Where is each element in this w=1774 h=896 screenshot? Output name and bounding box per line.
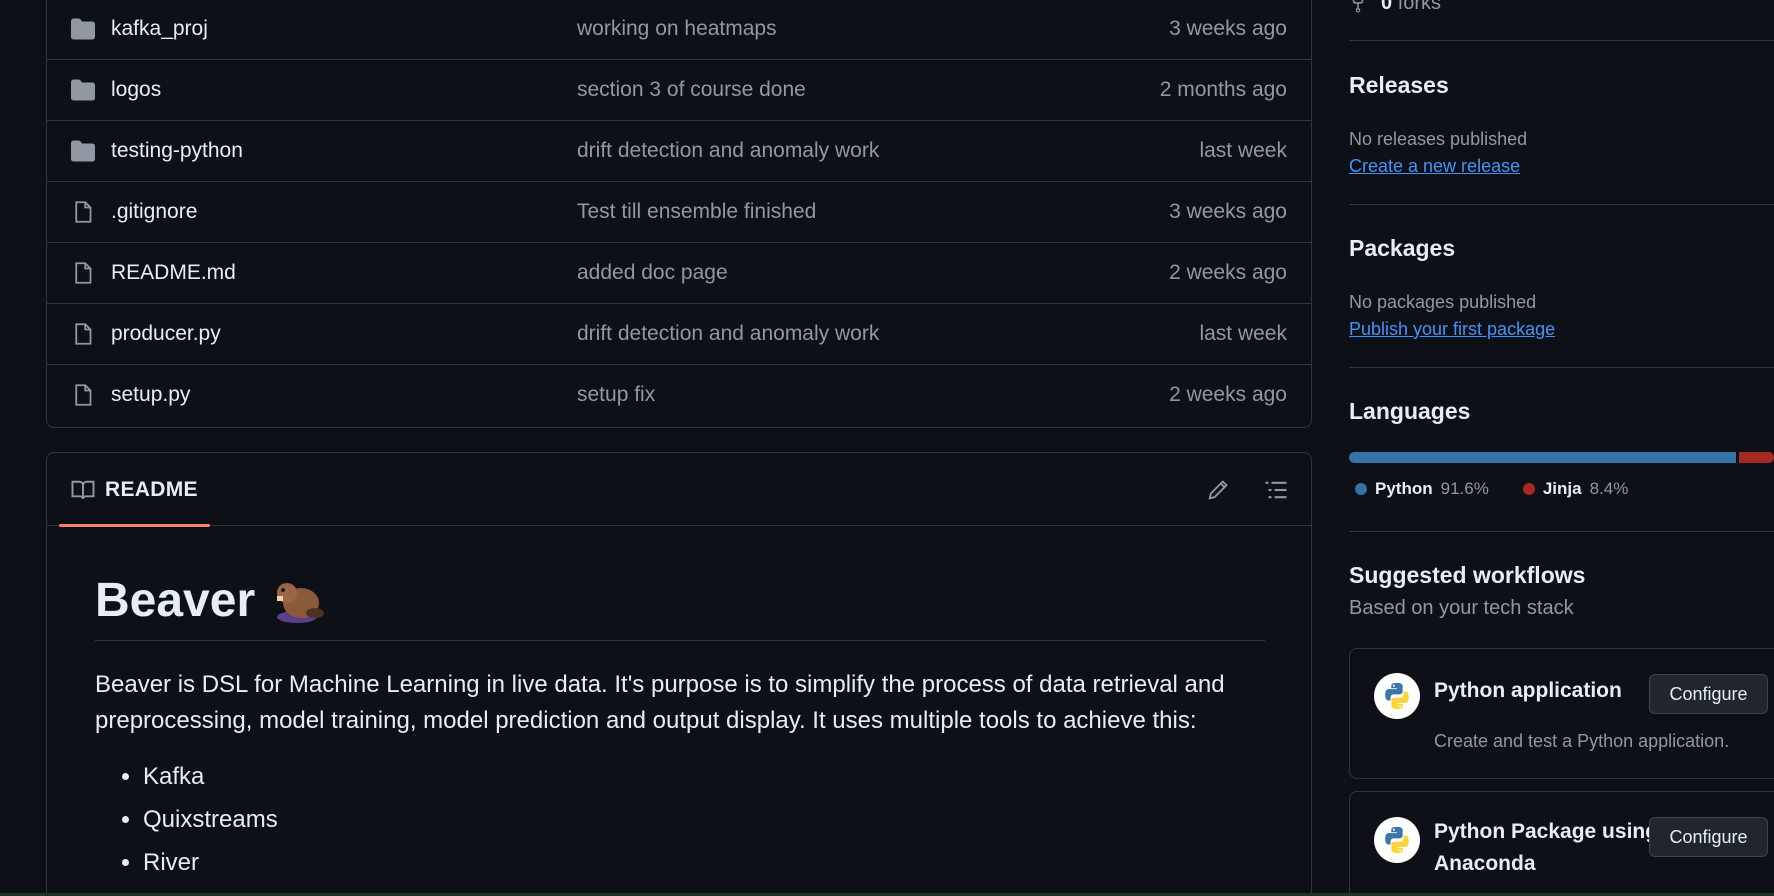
tab-readme[interactable]: README xyxy=(59,453,210,527)
workflow-description: Create and test a Python application. xyxy=(1434,731,1730,751)
workflows-subheading: Based on your tech stack xyxy=(1349,597,1574,619)
workflow-title: Python application xyxy=(1434,679,1622,702)
folder-icon xyxy=(71,18,95,40)
commit-message[interactable]: drift detection and anomaly work xyxy=(577,322,879,346)
file-row[interactable]: README.md added doc page 2 weeks ago xyxy=(47,242,1311,303)
readme-content: Beaver Beaver is DSL for Machine Learnin… xyxy=(95,573,1265,884)
releases-empty-text: No releases published xyxy=(1349,129,1528,149)
workflows-heading: Suggested workflows xyxy=(1349,562,1586,588)
configure-button[interactable]: Configure xyxy=(1649,674,1768,714)
commit-time: 2 months ago xyxy=(1159,78,1287,101)
commit-time: 2 weeks ago xyxy=(1169,383,1287,406)
file-icon xyxy=(75,384,92,406)
readme-heading: Beaver xyxy=(95,573,1265,641)
python-logo-icon xyxy=(1374,673,1420,719)
language-name: Jinja xyxy=(1542,479,1582,498)
folder-icon xyxy=(71,140,95,162)
file-name[interactable]: .gitignore xyxy=(111,200,197,224)
workflow-title: Python Package using Anaconda xyxy=(1434,816,1658,880)
forks-link[interactable]: 0 forks xyxy=(1349,0,1441,15)
language-name: Python xyxy=(1375,479,1433,498)
divider xyxy=(1349,367,1774,368)
beaver-icon xyxy=(277,582,325,623)
language-percent: 91.6% xyxy=(1440,479,1489,498)
language-bar-jinja xyxy=(1738,452,1774,463)
forks-count: 0 xyxy=(1381,0,1393,14)
language-bar-python xyxy=(1349,452,1736,463)
commit-time: 2 weeks ago xyxy=(1169,261,1287,284)
commit-message[interactable]: drift detection and anomaly work xyxy=(577,139,879,163)
file-icon xyxy=(75,201,92,223)
file-row[interactable]: setup.py setup fix 2 weeks ago xyxy=(47,364,1311,425)
commit-time: 3 weeks ago xyxy=(1169,17,1287,40)
commit-message[interactable]: setup fix xyxy=(577,383,655,407)
readme-panel: README Beaver Beaver is DSL for Machine … xyxy=(46,452,1312,896)
list-item: Quixstreams xyxy=(143,798,1265,841)
list-item: Kafka xyxy=(143,755,1265,798)
commit-time: 3 weeks ago xyxy=(1169,200,1287,223)
list-icon xyxy=(1265,481,1287,499)
book-icon xyxy=(71,480,95,499)
divider xyxy=(1349,531,1774,532)
list-item: River xyxy=(143,841,1265,884)
commit-time: last week xyxy=(1199,322,1287,345)
readme-title-text: Beaver xyxy=(95,574,256,627)
file-row[interactable]: producer.py drift detection and anomaly … xyxy=(47,303,1311,364)
packages-heading[interactable]: Packages xyxy=(1349,235,1455,262)
pencil-icon xyxy=(1208,480,1228,500)
file-icon xyxy=(75,323,92,345)
language-item-python[interactable]: Python 91.6% xyxy=(1355,479,1489,499)
edit-readme-button[interactable] xyxy=(1202,474,1234,506)
divider xyxy=(1349,40,1774,41)
publish-package-link[interactable]: Publish your first package xyxy=(1349,319,1555,340)
outline-button[interactable] xyxy=(1260,474,1292,506)
python-logo-icon xyxy=(1374,817,1420,863)
file-row[interactable]: logos section 3 of course done 2 months … xyxy=(47,59,1311,120)
configure-button[interactable]: Configure xyxy=(1649,817,1768,857)
repo-sidebar: 0 forks Releases No releases published C… xyxy=(1349,0,1774,896)
python-dot xyxy=(1355,483,1367,495)
workflow-title-line: Python Package using xyxy=(1434,820,1659,843)
divider xyxy=(1349,204,1774,205)
packages-empty-text: No packages published xyxy=(1349,292,1537,312)
folder-icon xyxy=(71,79,95,101)
readme-paragraph: Beaver is DSL for Machine Learning in li… xyxy=(95,671,1225,734)
file-row[interactable]: testing-python drift detection and anoma… xyxy=(47,120,1311,181)
file-row[interactable]: .gitignore Test till ensemble finished 3… xyxy=(47,181,1311,242)
workflow-title-line: Anaconda xyxy=(1434,852,1536,875)
file-name[interactable]: testing-python xyxy=(111,139,243,163)
jinja-dot xyxy=(1522,483,1535,495)
language-legend: Python 91.6% Jinja 8.4% xyxy=(1355,479,1628,499)
language-bar xyxy=(1349,452,1774,463)
file-name[interactable]: kafka_proj xyxy=(111,17,208,41)
readme-list: Kafka Quixstreams River xyxy=(143,755,1265,884)
fork-icon xyxy=(1352,0,1364,12)
workflow-card: Python application Create and test a Pyt… xyxy=(1349,648,1774,779)
commit-message[interactable]: added doc page xyxy=(577,261,728,285)
releases-heading[interactable]: Releases xyxy=(1349,72,1449,99)
file-row[interactable]: kafka_proj working on heatmaps 3 weeks a… xyxy=(47,0,1311,59)
readme-tab-label: README xyxy=(105,477,198,501)
commit-message[interactable]: Test till ensemble finished xyxy=(577,200,816,224)
workflow-card: Python Package using Anaconda Configure xyxy=(1349,791,1774,896)
file-name[interactable]: README.md xyxy=(111,261,236,285)
file-name[interactable]: logos xyxy=(111,78,161,102)
file-name[interactable]: setup.py xyxy=(111,383,190,407)
commit-time: last week xyxy=(1199,139,1287,162)
commit-message[interactable]: section 3 of course done xyxy=(577,78,806,102)
language-percent: 8.4% xyxy=(1589,479,1629,498)
file-table: kafka_proj working on heatmaps 3 weeks a… xyxy=(46,0,1312,428)
forks-label: forks xyxy=(1397,0,1442,14)
file-icon xyxy=(75,262,92,284)
readme-header: README xyxy=(47,453,1311,527)
commit-message[interactable]: working on heatmaps xyxy=(577,17,777,41)
create-release-link[interactable]: Create a new release xyxy=(1349,156,1520,177)
file-name[interactable]: producer.py xyxy=(111,322,221,346)
repo-page: kafka_proj working on heatmaps 3 weeks a… xyxy=(0,0,1774,896)
language-item-jinja[interactable]: Jinja 8.4% xyxy=(1522,479,1629,499)
languages-heading: Languages xyxy=(1349,398,1471,424)
